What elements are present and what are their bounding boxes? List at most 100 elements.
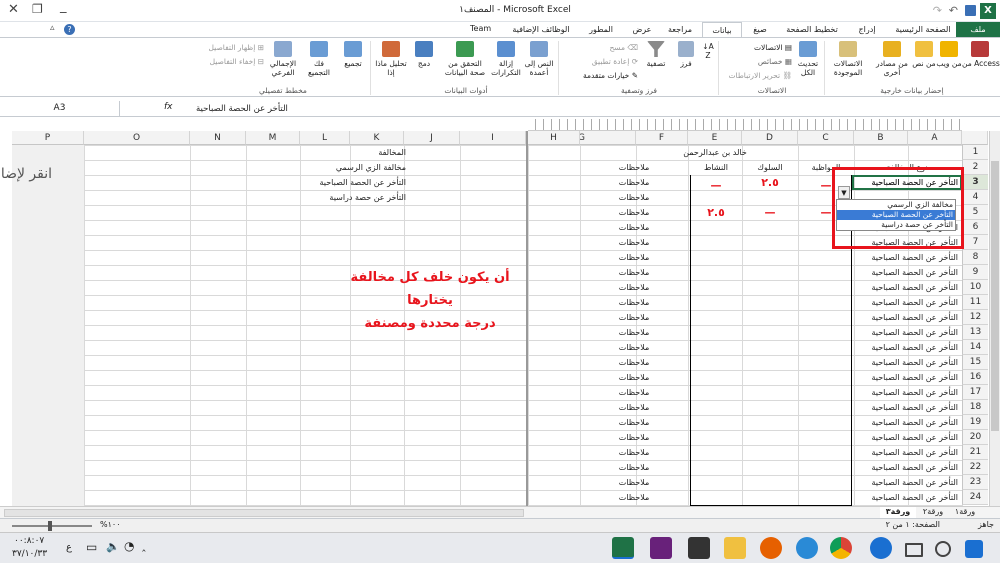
chrome-icon[interactable]	[830, 537, 852, 559]
formula-input[interactable]: التأخر عن الحصة الصباحية	[190, 102, 998, 116]
header-notes[interactable]: ملاحظات	[580, 160, 688, 175]
row-header-16[interactable]: 16	[962, 370, 988, 385]
note-cell-24[interactable]: ملاحظات	[580, 490, 688, 505]
excel-taskbar-icon[interactable]	[612, 537, 634, 559]
data-validation-button[interactable]: التحقق من صحة البيانات	[440, 41, 490, 77]
note-cell-16[interactable]: ملاحظات	[580, 370, 688, 385]
zoom-slider[interactable]	[12, 525, 92, 527]
sort-az-icon[interactable]: ↓A Z	[700, 42, 716, 60]
vertical-scroll-thumb[interactable]	[991, 161, 999, 431]
refresh-all-button[interactable]: تحديث الكل	[794, 41, 822, 77]
zoom-level[interactable]: %١٠٠	[100, 520, 121, 529]
name-box[interactable]: A3	[0, 101, 120, 116]
note-cell-17[interactable]: ملاحظات	[580, 385, 688, 400]
tab-addins[interactable]: الوظائف الإضافية	[505, 22, 577, 37]
type-cell-13[interactable]: التأخر عن الحصة الصباحية	[852, 325, 962, 340]
undo-icon[interactable]: ↶	[949, 4, 958, 17]
student-name-cell[interactable]: خالد بن عبدالرحمن	[580, 145, 850, 160]
connections-button[interactable]: الاتصالات ▤	[740, 43, 792, 52]
column-header-E[interactable]: E	[688, 131, 742, 145]
type-cell-22[interactable]: التأخر عن الحصة الصباحية	[852, 460, 962, 475]
type-cell-19[interactable]: التأخر عن الحصة الصباحية	[852, 415, 962, 430]
media-icon[interactable]	[688, 537, 710, 559]
column-header-B[interactable]: B	[854, 131, 908, 145]
save-icon[interactable]	[965, 5, 976, 16]
row-header-15[interactable]: 15	[962, 355, 988, 370]
column-header-A[interactable]: A	[908, 131, 962, 145]
column-header-J[interactable]: J	[404, 131, 460, 145]
column-header-L[interactable]: L	[300, 131, 350, 145]
ribbon-minimize-icon[interactable]: ▵	[50, 23, 55, 33]
type-cell-9[interactable]: التأخر عن الحصة الصباحية	[852, 265, 962, 280]
column-header-K[interactable]: K	[350, 131, 404, 145]
cell-E5[interactable]: ٢.٥	[690, 205, 742, 220]
cell-D3[interactable]: ٢.٥	[742, 175, 798, 190]
row-header-24[interactable]: 24	[962, 490, 988, 505]
note-cell-11[interactable]: ملاحظات	[580, 295, 688, 310]
type-cell-17[interactable]: التأخر عن الحصة الصباحية	[852, 385, 962, 400]
note-cell-6[interactable]: ملاحظات	[580, 220, 688, 235]
header-activity[interactable]: النشاط	[690, 160, 742, 175]
tray-chevron-icon[interactable]: ‸	[142, 539, 146, 552]
tab-data[interactable]: بيانات	[702, 22, 742, 38]
redo-icon[interactable]: ↷	[933, 4, 942, 17]
column-header-M[interactable]: M	[246, 131, 300, 145]
minimize-window-icon[interactable]: _	[60, 0, 67, 14]
ie-icon[interactable]	[796, 537, 818, 559]
column-header-C[interactable]: C	[798, 131, 854, 145]
from-other-button[interactable]: من مصادر أخرى	[872, 41, 912, 77]
row-header-13[interactable]: 13	[962, 325, 988, 340]
column-header-P[interactable]: P	[12, 131, 84, 145]
row-header-19[interactable]: 19	[962, 415, 988, 430]
remove-duplicates-button[interactable]: إزالة التكرارات	[490, 41, 522, 77]
note-cell-9[interactable]: ملاحظات	[580, 265, 688, 280]
row-header-10[interactable]: 10	[962, 280, 988, 295]
type-cell-20[interactable]: التأخر عن الحصة الصباحية	[852, 430, 962, 445]
subtotal-button[interactable]: الإجمالي الفرعي	[266, 41, 300, 77]
type-cell-14[interactable]: التأخر عن الحصة الصباحية	[852, 340, 962, 355]
what-if-button[interactable]: تحليل ماذا إذا	[374, 41, 408, 77]
note-cell-19[interactable]: ملاحظات	[580, 415, 688, 430]
header-behave[interactable]: السلوك	[742, 160, 798, 175]
close-window-icon[interactable]: ✕	[8, 2, 19, 17]
tab-file[interactable]: ملف	[956, 22, 1000, 37]
row-header-5[interactable]: 5	[962, 205, 988, 220]
row-header-9[interactable]: 9	[962, 265, 988, 280]
team-tab[interactable]: Team	[470, 24, 491, 33]
type-cell-23[interactable]: التأخر عن الحصة الصباحية	[852, 475, 962, 490]
fx-icon[interactable]: fx	[164, 102, 173, 112]
vertical-scrollbar[interactable]	[989, 131, 1000, 506]
column-header-I[interactable]: I	[460, 131, 526, 145]
edge-icon[interactable]	[870, 537, 892, 559]
note-cell-5[interactable]: ملاحظات	[580, 205, 688, 220]
language-indicator[interactable]: ع	[66, 542, 72, 553]
cell-D5[interactable]: —	[742, 205, 798, 220]
note-cell-4[interactable]: ملاحظات	[580, 190, 688, 205]
text-to-columns-button[interactable]: النص إلى أعمدة	[522, 41, 556, 77]
cell-E3[interactable]: —	[690, 178, 742, 193]
sort-button[interactable]: فرز	[674, 41, 698, 68]
firefox-icon[interactable]	[760, 537, 782, 559]
type-cell-24[interactable]: التأخر عن الحصة الصباحية	[852, 490, 962, 505]
advanced-filter-button[interactable]: خيارات متقدمة ✎	[560, 71, 638, 80]
column-header-D[interactable]: D	[742, 131, 798, 145]
tab-view[interactable]: عرض	[626, 22, 658, 37]
row-header-3[interactable]: 3	[962, 175, 988, 190]
tab-review[interactable]: مراجعة	[660, 22, 700, 37]
row-header-2[interactable]: 2	[962, 160, 988, 175]
visual-studio-icon[interactable]	[650, 537, 672, 559]
note-cell-13[interactable]: ملاحظات	[580, 325, 688, 340]
row-header-14[interactable]: 14	[962, 340, 988, 355]
type-cell-21[interactable]: التأخر عن الحصة الصباحية	[852, 445, 962, 460]
type-cell-12[interactable]: التأخر عن الحصة الصباحية	[852, 310, 962, 325]
row-header-17[interactable]: 17	[962, 385, 988, 400]
from-text-button[interactable]: من نص	[912, 41, 936, 68]
row-header-4[interactable]: 4	[962, 190, 988, 205]
restore-window-icon[interactable]: ❐	[32, 2, 43, 16]
type-cell-16[interactable]: التأخر عن الحصة الصباحية	[852, 370, 962, 385]
volume-icon[interactable]: 🔈	[106, 540, 120, 553]
windows-start-icon[interactable]	[965, 540, 983, 558]
column-header-F[interactable]: F	[636, 131, 688, 145]
column-header-O[interactable]: O	[84, 131, 190, 145]
select-all-corner[interactable]	[962, 131, 988, 145]
